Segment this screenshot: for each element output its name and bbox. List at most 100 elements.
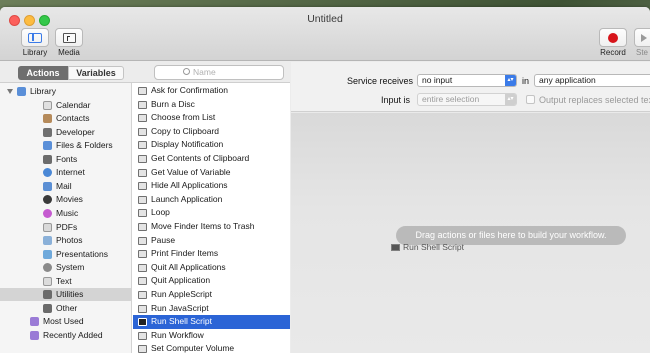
other-icon bbox=[43, 303, 52, 313]
action-item[interactable]: Copy to Clipboard bbox=[133, 125, 290, 139]
tab-actions[interactable]: Actions bbox=[18, 66, 68, 80]
step-button[interactable] bbox=[634, 28, 650, 47]
library-list[interactable]: Library Calendar Contacts Developer Files & … bbox=[0, 83, 132, 353]
application-popup[interactable]: any application bbox=[534, 74, 650, 87]
action-label: Loop bbox=[151, 207, 170, 218]
library-item-fonts[interactable]: Fonts bbox=[0, 153, 131, 166]
library-item-label: Music bbox=[56, 207, 79, 218]
action-item[interactable]: Set Computer Volume bbox=[133, 342, 290, 353]
library-item-label: Developer bbox=[56, 126, 95, 137]
action-icon bbox=[138, 318, 147, 327]
service-input-value: no input bbox=[422, 75, 453, 85]
title-bar: Untitled Library Media Record Ste bbox=[0, 7, 650, 61]
library-button-label: Library bbox=[22, 48, 48, 57]
library-root[interactable]: Library bbox=[0, 85, 131, 98]
in-label: in bbox=[522, 76, 530, 86]
action-item[interactable]: Loop bbox=[133, 206, 290, 220]
record-button[interactable] bbox=[599, 28, 627, 47]
library-item-music[interactable]: Music bbox=[0, 207, 131, 220]
panel-tab-bar: Actions Variables Name bbox=[0, 62, 290, 83]
action-item[interactable]: Quit Application bbox=[133, 274, 290, 288]
disclosure-triangle-icon[interactable] bbox=[7, 89, 13, 94]
record-icon bbox=[608, 32, 618, 43]
chevron-updown-icon: ▴▾ bbox=[505, 75, 516, 86]
step-icon bbox=[640, 33, 647, 42]
action-item[interactable]: Choose from List bbox=[133, 111, 290, 125]
action-item[interactable]: Quit All Applications bbox=[133, 261, 290, 275]
action-item[interactable]: Run Workflow bbox=[133, 329, 290, 343]
action-icon bbox=[138, 223, 147, 231]
globe-icon bbox=[43, 168, 52, 178]
library-item-developer[interactable]: Developer bbox=[0, 126, 131, 139]
dragged-action-ghost: Run Shell Script bbox=[391, 242, 464, 252]
action-item[interactable]: Get Contents of Clipboard bbox=[133, 152, 290, 166]
presentations-icon bbox=[43, 249, 52, 259]
action-icon bbox=[138, 100, 147, 109]
library-button[interactable] bbox=[21, 28, 49, 47]
input-is-popup[interactable]: entire selection ▴▾ bbox=[417, 93, 517, 106]
action-item[interactable]: Burn a Disc bbox=[133, 98, 290, 112]
library-item-files-folders[interactable]: Files & Folders bbox=[0, 139, 131, 152]
action-icon bbox=[138, 263, 147, 272]
service-input-popup[interactable]: no input ▴▾ bbox=[417, 74, 517, 87]
library-item-other[interactable]: Other bbox=[0, 302, 131, 315]
smart-folder-icon bbox=[30, 317, 39, 327]
search-placeholder: Name bbox=[193, 67, 216, 77]
action-item[interactable]: Get Value of Variable bbox=[133, 166, 290, 180]
library-item-label: Contacts bbox=[56, 113, 90, 124]
media-button[interactable] bbox=[55, 28, 83, 47]
action-label: Pause bbox=[151, 234, 176, 245]
action-icon bbox=[138, 87, 147, 95]
action-item[interactable]: Display Notification bbox=[133, 138, 290, 152]
library-folder-icon bbox=[17, 87, 26, 96]
action-item[interactable]: Move Finder Items to Trash bbox=[133, 220, 290, 234]
library-item-movies[interactable]: Movies bbox=[0, 193, 131, 206]
library-item-label: Other bbox=[56, 302, 78, 313]
music-icon bbox=[43, 208, 52, 218]
search-input[interactable]: Name bbox=[154, 65, 284, 80]
action-label: Move Finder Items to Trash bbox=[151, 221, 255, 231]
action-item[interactable]: Pause bbox=[133, 234, 290, 248]
library-most-used[interactable]: Most Used bbox=[0, 315, 131, 328]
library-item-contacts[interactable]: Contacts bbox=[0, 112, 131, 125]
library-item-label: Presentations bbox=[56, 248, 108, 259]
library-item-utilities[interactable]: Utilities bbox=[0, 288, 131, 302]
action-icon bbox=[138, 141, 147, 150]
service-receives-label: Service receives bbox=[347, 76, 414, 86]
action-icon bbox=[138, 114, 147, 123]
action-icon bbox=[138, 168, 147, 177]
library-recently-added[interactable]: Recently Added bbox=[0, 329, 131, 342]
action-icon bbox=[138, 331, 147, 340]
workflow-pane: Service receives no input ▴▾ in any appl… bbox=[291, 62, 650, 353]
action-list[interactable]: Ask for Confirmation Burn a Disc Choose fr… bbox=[133, 83, 290, 353]
library-item-text[interactable]: Text bbox=[0, 275, 131, 288]
library-item-mail[interactable]: Mail bbox=[0, 180, 131, 193]
action-item[interactable]: Run Shell Script bbox=[133, 315, 290, 329]
action-icon bbox=[138, 345, 147, 353]
library-item-pdfs[interactable]: PDFs bbox=[0, 221, 131, 234]
mail-icon bbox=[43, 181, 52, 191]
input-is-value: entire selection bbox=[422, 94, 480, 104]
tab-variables[interactable]: Variables bbox=[68, 66, 124, 80]
action-item[interactable]: Print Finder Items bbox=[133, 247, 290, 261]
output-replaces-checkbox[interactable] bbox=[526, 95, 535, 104]
library-item-photos[interactable]: Photos bbox=[0, 234, 131, 247]
action-label: Set Computer Volume bbox=[151, 343, 235, 353]
library-item-system[interactable]: System bbox=[0, 261, 131, 274]
action-item[interactable]: Run AppleScript bbox=[133, 288, 290, 302]
action-icon bbox=[138, 209, 147, 218]
action-item[interactable]: Launch Application bbox=[133, 193, 290, 207]
library-item-calendar[interactable]: Calendar bbox=[0, 99, 131, 112]
library-item-presentations[interactable]: Presentations bbox=[0, 248, 131, 261]
action-item[interactable]: Ask for Confirmation bbox=[133, 84, 290, 98]
action-item[interactable]: Run JavaScript bbox=[133, 302, 290, 316]
action-icon bbox=[138, 277, 147, 286]
pdf-icon bbox=[43, 222, 52, 232]
library-item-label: System bbox=[56, 262, 85, 273]
action-label: Display Notification bbox=[151, 139, 224, 150]
action-label: Quit Application bbox=[151, 275, 211, 286]
action-icon bbox=[138, 291, 147, 299]
action-label: Ask for Confirmation bbox=[151, 85, 228, 95]
library-item-internet[interactable]: Internet bbox=[0, 166, 131, 179]
action-item[interactable]: Hide All Applications bbox=[133, 179, 290, 193]
